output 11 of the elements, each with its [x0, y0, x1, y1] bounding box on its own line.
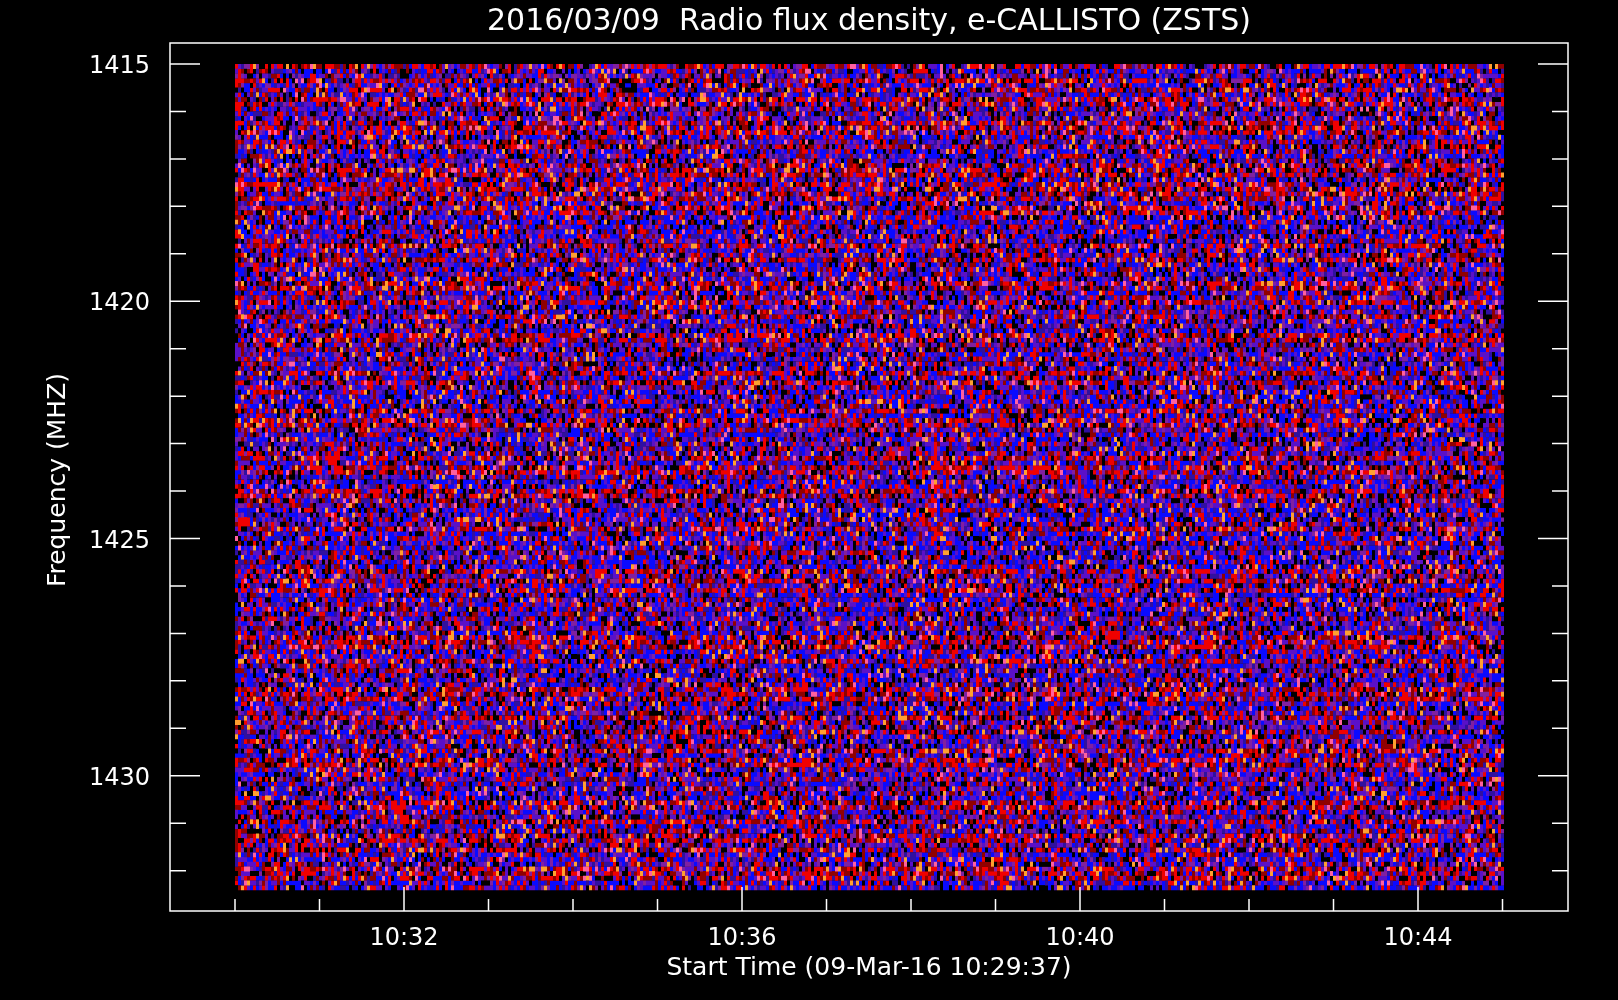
- tick-label: 10:32: [369, 923, 439, 951]
- axis-label: Frequency (MHZ): [42, 372, 71, 588]
- tick-label: 10:40: [1045, 923, 1115, 951]
- tick-label: 1415: [88, 51, 150, 79]
- tick-label: 1430: [88, 762, 150, 791]
- tick-label: 1425: [88, 525, 150, 554]
- tick-label: 1420: [88, 288, 150, 317]
- plot-title: 2016/03/09 Radio flux density, e-CALLISTO (ZSTS): [487, 2, 1251, 37]
- tick-label: 10:36: [707, 923, 777, 951]
- tick-label: 10:44: [1383, 923, 1453, 951]
- axis-label: Start Time (09-Mar-16 10:29:37): [666, 952, 1072, 981]
